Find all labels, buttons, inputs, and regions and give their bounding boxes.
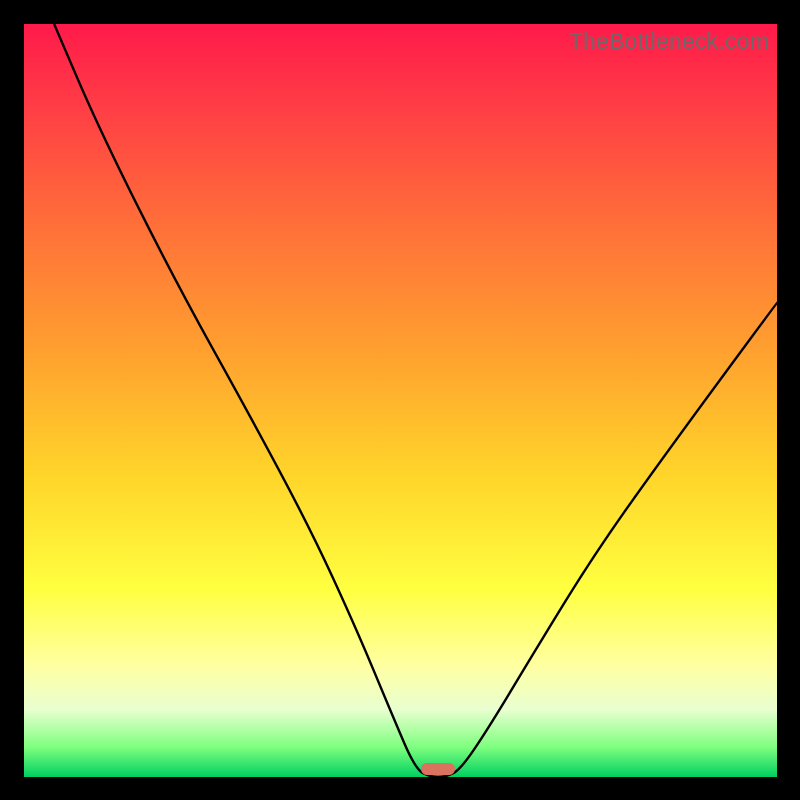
watermark-text: TheBottleneck.com	[569, 28, 769, 55]
optimal-marker	[421, 763, 455, 775]
bottleneck-curve	[24, 24, 777, 777]
chart-plot-area: TheBottleneck.com	[24, 24, 777, 777]
